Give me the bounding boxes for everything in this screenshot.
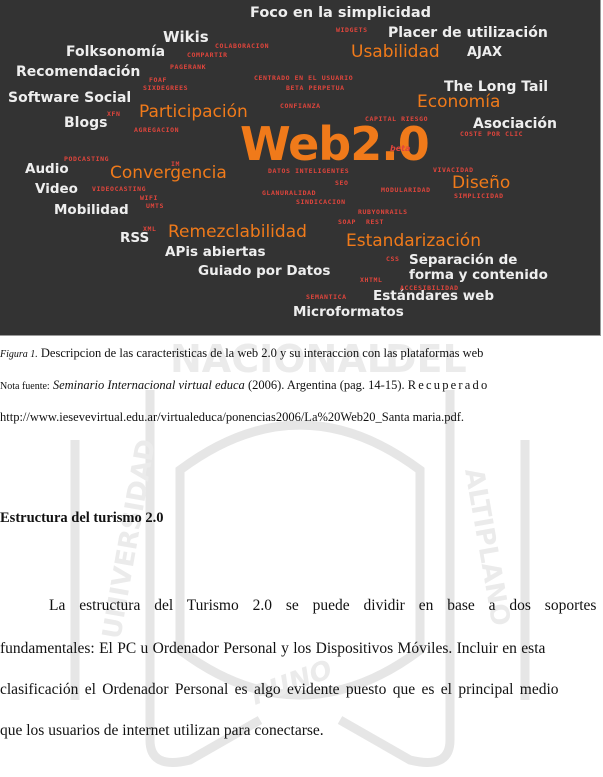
cloud-tag-orange: Estandarización <box>346 231 481 251</box>
cloud-tag-orange: Remezclabilidad <box>168 222 307 242</box>
cloud-tag-small: VIDEOCASTING <box>92 185 147 193</box>
cloud-tag: Foco en la simplicidad <box>250 5 432 21</box>
source-details: (2006). Argentina (pag. 14-15). <box>244 378 408 392</box>
source-title: Seminario Internacional virtual educa <box>52 378 245 392</box>
cloud-tag: AJAX <box>467 45 502 60</box>
cloud-tag-orange: Usabilidad <box>351 42 440 62</box>
cloud-tag-small: COMPARTIR <box>187 51 228 59</box>
figure-caption-label: Figura 1. <box>0 349 38 360</box>
source-url[interactable]: http://www.iesevevirtual.edu.ar/virtuale… <box>0 410 464 425</box>
paragraph-line: La estructura del Turismo 2.0 se puede d… <box>49 597 597 614</box>
cloud-tag-small: FOAF <box>149 76 168 84</box>
cloud-tag: Recomendación <box>16 64 141 80</box>
cloud-tag-small: RUBYONRAILS <box>358 208 408 216</box>
cloud-tag-orange: Convergencia <box>110 163 227 183</box>
cloud-tag-small: COSTE POR CLIC <box>460 130 524 138</box>
cloud-tag: forma y contenido <box>409 267 548 283</box>
cloud-tag-small: SINDICACION <box>296 198 346 206</box>
cloud-tag-small: CSS <box>386 255 400 263</box>
cloud-tag-small: SEMANTICA <box>306 293 347 301</box>
cloud-tag-small: DATOS INTELIGENTES <box>268 167 350 175</box>
cloud-tag-small: XML <box>143 225 157 233</box>
cloud-tag-small: WIFI <box>140 194 159 202</box>
cloud-tag-small: COLABORACION <box>215 42 270 50</box>
cloud-tag: Microformatos <box>293 304 404 320</box>
cloud-tag: Mobilidad <box>54 202 129 218</box>
source-recuperado: Recuperado <box>407 378 490 392</box>
cloud-tag-orange: Participación <box>139 102 248 122</box>
cloud-tag-small: PODCASTING <box>64 155 110 163</box>
section-heading: Estructura del turismo 2.0 <box>0 510 164 526</box>
cloud-tag: Video <box>35 181 78 197</box>
cloud-tag: Placer de utilización <box>388 25 548 41</box>
cloud-tag-small: XFN <box>107 110 121 118</box>
figure-caption-text: Descripcion de las caracteristicas de la… <box>37 346 484 360</box>
cloud-tag: RSS <box>120 230 150 246</box>
cloud-tag-small: VIVACIDAD <box>433 166 474 174</box>
cloud-tag-small: SOAP <box>338 218 357 226</box>
cloud-tag-orange: Economía <box>417 92 501 112</box>
cloud-tag-small: MODULARIDAD <box>381 186 431 194</box>
paragraph-line: clasificación el Ordenador Personal es a… <box>0 681 559 698</box>
cloud-tag: Asociación <box>473 116 558 132</box>
cloud-tag: Estándares web <box>373 288 495 304</box>
cloud-tag: Wikis <box>163 28 209 46</box>
cloud-tag-small: ACCESIBILIDAD <box>400 284 459 292</box>
cloud-tag-small: UMTS <box>146 202 165 210</box>
cloud-tag-small: WIDGETS <box>336 26 368 34</box>
cloud-tag-small: CAPITAL RIESGO <box>365 115 429 123</box>
cloud-tag: Folksonomía <box>66 44 166 60</box>
source-note-label: Nota fuente: <box>0 381 50 392</box>
cloud-tag-small: IM <box>171 160 181 168</box>
source-note: Nota fuente: Seminario Internacional vir… <box>0 378 603 393</box>
cloud-tag-small: SIMPLICIDAD <box>454 192 504 200</box>
cloud-tag: Audio <box>25 161 69 177</box>
cloud-tag: Blogs <box>64 115 108 131</box>
cloud-tag-small: CENTRADO EN EL USUARIO <box>254 74 354 82</box>
paragraph-line: fundamentales: El PC u Ordenador Persona… <box>0 640 546 657</box>
cloud-tag-small: SEO <box>335 179 349 187</box>
cloud-tag: Software Social <box>8 90 132 106</box>
cloud-tag-small: AGREGACION <box>134 126 180 134</box>
cloud-tag-small: CONFIANZA <box>280 102 321 110</box>
cloud-tag: Guiado por Datos <box>198 263 331 279</box>
cloud-tag-orange: Diseño <box>452 173 511 193</box>
cloud-tag-small: PAGERANK <box>170 63 207 71</box>
cloud-tag: APis abiertas <box>165 244 266 260</box>
cloud-tag-small: REST <box>366 218 385 226</box>
cloud-tag: Separación de <box>409 252 518 268</box>
beta-label: beta <box>390 144 411 153</box>
cloud-tag-small: XHTML <box>360 276 383 284</box>
cloud-tag-small: SIXDEGREES <box>143 84 189 92</box>
web20-tag-cloud-figure: Foco en la simplicidad Wikis Placer de u… <box>0 0 601 336</box>
cloud-tag-small: GLANURALIDAD <box>262 189 317 197</box>
figure-caption: Figura 1. Descripcion de las caracterist… <box>0 346 483 361</box>
cloud-tag-small: BETA PERPETUA <box>286 84 345 92</box>
paragraph-line: que los usuarios de internet utilizan pa… <box>0 722 324 739</box>
